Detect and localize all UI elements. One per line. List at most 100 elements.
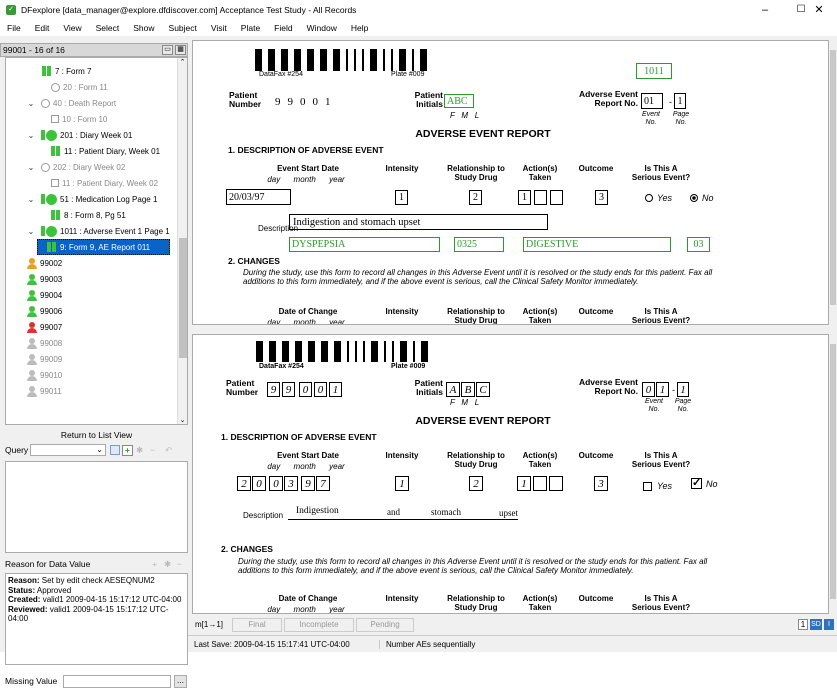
undo-icon[interactable]: ↶ xyxy=(165,445,172,456)
image-badge[interactable]: I xyxy=(824,619,834,630)
record-navigator[interactable]: m[1→1] xyxy=(192,620,232,629)
action-field-3[interactable] xyxy=(550,190,563,205)
scrollbar-thumb[interactable] xyxy=(179,238,187,358)
code-field[interactable]: 0325 xyxy=(454,237,504,252)
complete-circle-icon xyxy=(46,129,57,141)
add-reason-icon[interactable]: + xyxy=(152,559,157,569)
tree-item-form10[interactable]: 10 : Form 10 xyxy=(51,111,107,127)
subject-99011[interactable]: 99011 xyxy=(26,383,62,399)
menu-show[interactable]: Show xyxy=(126,23,161,33)
tree-scrollbar[interactable]: ⌃ ⌄ xyxy=(177,58,187,424)
body-system-field[interactable]: DIGESTIVE xyxy=(523,237,671,252)
image-initial: B xyxy=(461,382,475,397)
menu-window[interactable]: Window xyxy=(300,23,344,33)
final-tab[interactable]: Final xyxy=(232,617,282,632)
tree-item-diary-week01[interactable]: ⌄ 201 : Diary Week 01 xyxy=(26,127,132,143)
description-field[interactable]: Indigestion and stomach upset xyxy=(289,214,548,230)
event-number-field[interactable]: 01 xyxy=(641,93,663,109)
subject-99006[interactable]: 99006 xyxy=(26,303,62,319)
tree-item-form11[interactable]: 20 : Form 11 xyxy=(51,79,108,95)
changes-instructions: During the study, use this form to recor… xyxy=(243,268,713,286)
query-box-icon[interactable] xyxy=(110,445,120,455)
missing-value-input[interactable] xyxy=(63,674,171,688)
sd-badge[interactable]: SD xyxy=(810,619,822,630)
status-bar-icon xyxy=(47,66,51,76)
chevron-down-icon[interactable]: ⌄ xyxy=(26,227,36,236)
menu-file[interactable]: File xyxy=(0,23,28,33)
initials-field[interactable]: ABC xyxy=(444,94,474,108)
serious-yes-radio[interactable]: Yes xyxy=(645,193,672,203)
tree-item-patient-diary-week02[interactable]: 11 : Patient Diary, Week 02 xyxy=(51,175,158,191)
relationship-field[interactable]: 2 xyxy=(469,190,482,205)
tree-item-form8[interactable]: 8 : Form 8, Pg 51 xyxy=(51,207,126,223)
scroll-up-icon[interactable]: ⌃ xyxy=(178,58,187,66)
subject-99007[interactable]: 99007 xyxy=(26,319,62,335)
menu-plate[interactable]: Plate xyxy=(234,23,267,33)
subject-99010[interactable]: 99010 xyxy=(26,367,62,383)
image-ae-report-label: Adverse Event Report No. xyxy=(578,377,638,396)
scrollbar-thumb[interactable] xyxy=(830,50,836,305)
col-relationship-2: Relationship to Study Drug xyxy=(447,307,505,325)
col-action-2: Action(s) Taken xyxy=(522,307,558,325)
subject-99002[interactable]: 99002 xyxy=(26,255,62,271)
menu-field[interactable]: Field xyxy=(267,23,299,33)
scrollbar-thumb[interactable] xyxy=(830,344,836,599)
subject-99008[interactable]: 99008 xyxy=(26,335,62,351)
image-initials-label: Patient Initials xyxy=(414,378,443,397)
query-box[interactable] xyxy=(5,461,188,553)
form-scrollbar[interactable] xyxy=(829,40,837,325)
subject-99003[interactable]: 99003 xyxy=(26,271,62,287)
action-field-2[interactable] xyxy=(534,190,547,205)
chevron-down-icon[interactable]: ⌄ xyxy=(26,131,36,140)
tree-item-form7[interactable]: 7 : Form 7 xyxy=(42,63,91,79)
incomplete-tab[interactable]: Incomplete xyxy=(284,617,354,632)
action-field-1[interactable]: 1 xyxy=(518,190,531,205)
chevron-down-icon[interactable]: ⌄ xyxy=(26,163,36,172)
tree-item-medication-log[interactable]: ⌄ 51 : Medication Log Page 1 xyxy=(26,191,157,207)
subject-99004[interactable]: 99004 xyxy=(26,287,62,303)
menu-view[interactable]: View xyxy=(56,23,88,33)
serious-no-radio[interactable]: No xyxy=(690,193,714,203)
outcome-field[interactable]: 3 xyxy=(595,190,608,205)
tree-item-diary-week02[interactable]: ⌄ 202 : Diary Week 02 xyxy=(26,159,125,175)
coded-term-field[interactable]: DYSPEPSIA xyxy=(289,237,440,252)
star-icon[interactable]: ✱ xyxy=(136,445,143,456)
tree-item-ae-report-selected[interactable]: 9: Form 9, AE Report 011 xyxy=(37,239,170,255)
complete-circle-icon xyxy=(46,225,57,237)
menu-edit[interactable]: Edit xyxy=(28,23,57,33)
status-bar-icon xyxy=(51,146,55,156)
intensity-field[interactable]: 1 xyxy=(395,190,408,205)
calendar-icon[interactable]: ▭ xyxy=(162,45,173,55)
page-number-field[interactable]: 1 xyxy=(674,93,686,109)
status-line: Status: Approved xyxy=(8,585,72,595)
menu-subject[interactable]: Subject xyxy=(162,23,204,33)
patient-number-field[interactable]: 99001 xyxy=(275,96,338,108)
chevron-down-icon[interactable]: ⌄ xyxy=(26,195,36,204)
star-icon[interactable]: ✱ xyxy=(164,559,171,570)
menu-help[interactable]: Help xyxy=(344,23,375,33)
plate-number-field[interactable]: 1011 xyxy=(636,63,672,79)
image-scrollbar[interactable] xyxy=(829,334,837,614)
missing-value-button[interactable]: ... xyxy=(174,674,187,688)
reason-panel: Reason: Set by edit check AESEQNUM2 Stat… xyxy=(5,573,188,665)
grid-icon[interactable]: ▦ xyxy=(175,45,186,55)
return-to-list-button[interactable]: Return to List View xyxy=(5,428,188,442)
chevron-down-icon[interactable]: ⌄ xyxy=(26,99,36,108)
tree-item-adverse-event[interactable]: ⌄ 1011 : Adverse Event 1 Page 1 xyxy=(26,223,170,239)
pending-tab[interactable]: Pending xyxy=(356,617,414,632)
start-date-field[interactable]: 20/03/97 xyxy=(226,189,291,205)
menu-visit[interactable]: Visit xyxy=(204,23,234,33)
minimize-button[interactable]: – xyxy=(747,0,783,19)
body-system-code-field[interactable]: 03 xyxy=(687,237,710,252)
minus-icon[interactable]: − xyxy=(150,445,155,455)
minus-icon[interactable]: − xyxy=(177,559,182,569)
query-select[interactable]: ⌄ xyxy=(30,444,106,456)
scroll-down-icon[interactable]: ⌄ xyxy=(178,416,187,424)
close-button[interactable]: ✕ xyxy=(801,0,837,19)
menu-select[interactable]: Select xyxy=(89,23,127,33)
tree-item-patient-diary-week01[interactable]: 11 : Patient Diary, Week 01 xyxy=(51,143,160,159)
subject-99009[interactable]: 99009 xyxy=(26,351,62,367)
image-col-intensity-2: Intensity xyxy=(385,594,419,603)
tree-item-death-report[interactable]: ⌄ 40 : Death Report xyxy=(26,95,116,111)
add-query-icon[interactable]: + xyxy=(122,444,133,456)
